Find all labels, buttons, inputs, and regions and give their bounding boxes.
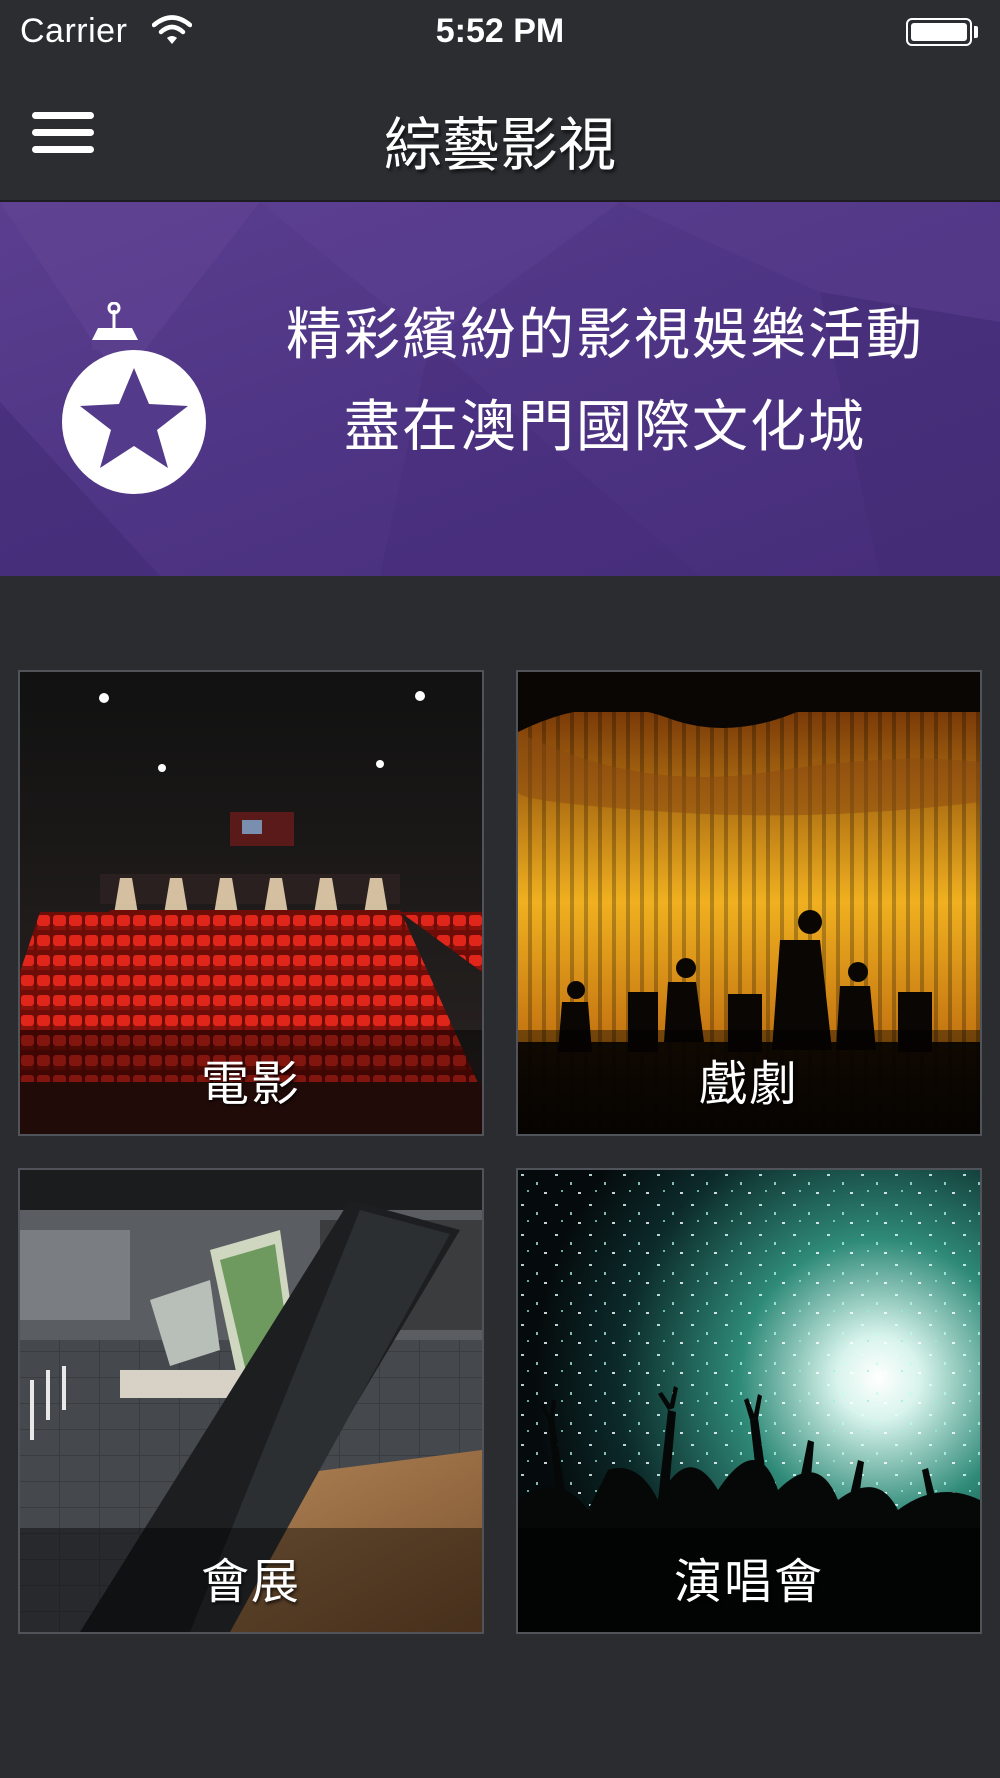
tile-label-movie: 電影 <box>200 1056 301 1112</box>
battery-icon <box>906 18 972 46</box>
navigation-bar: 綜藝影視 <box>0 66 1000 202</box>
tile-exhibition[interactable]: 會展 <box>18 1168 484 1634</box>
banner-line-2: 盡在澳門國際文化城 <box>344 395 866 460</box>
status-bar: Carrier 5:52 PM <box>0 0 1000 66</box>
star-ornament-icon <box>62 302 206 494</box>
tile-concert[interactable]: 演唱會 <box>516 1168 982 1634</box>
promo-banner: 精彩繽紛的影視娛樂活動 盡在澳門國際文化城 <box>0 202 1000 576</box>
banner-text: 精彩繽紛的影視娛樂活動 盡在澳門國際文化城 <box>240 290 970 474</box>
banner-line-1: 精彩繽紛的影視娛樂活動 <box>286 303 924 368</box>
tile-label-concert: 演唱會 <box>673 1554 824 1610</box>
tile-movie[interactable]: 電影 <box>18 670 484 1136</box>
tile-drama[interactable]: 戲劇 <box>516 670 982 1136</box>
battery-tip <box>974 26 978 38</box>
tile-label-drama: 戲劇 <box>698 1056 799 1112</box>
tile-label-exhibition: 會展 <box>200 1554 301 1610</box>
page-title: 綜藝影視 <box>383 111 616 179</box>
status-time: 5:52 PM <box>435 12 565 50</box>
